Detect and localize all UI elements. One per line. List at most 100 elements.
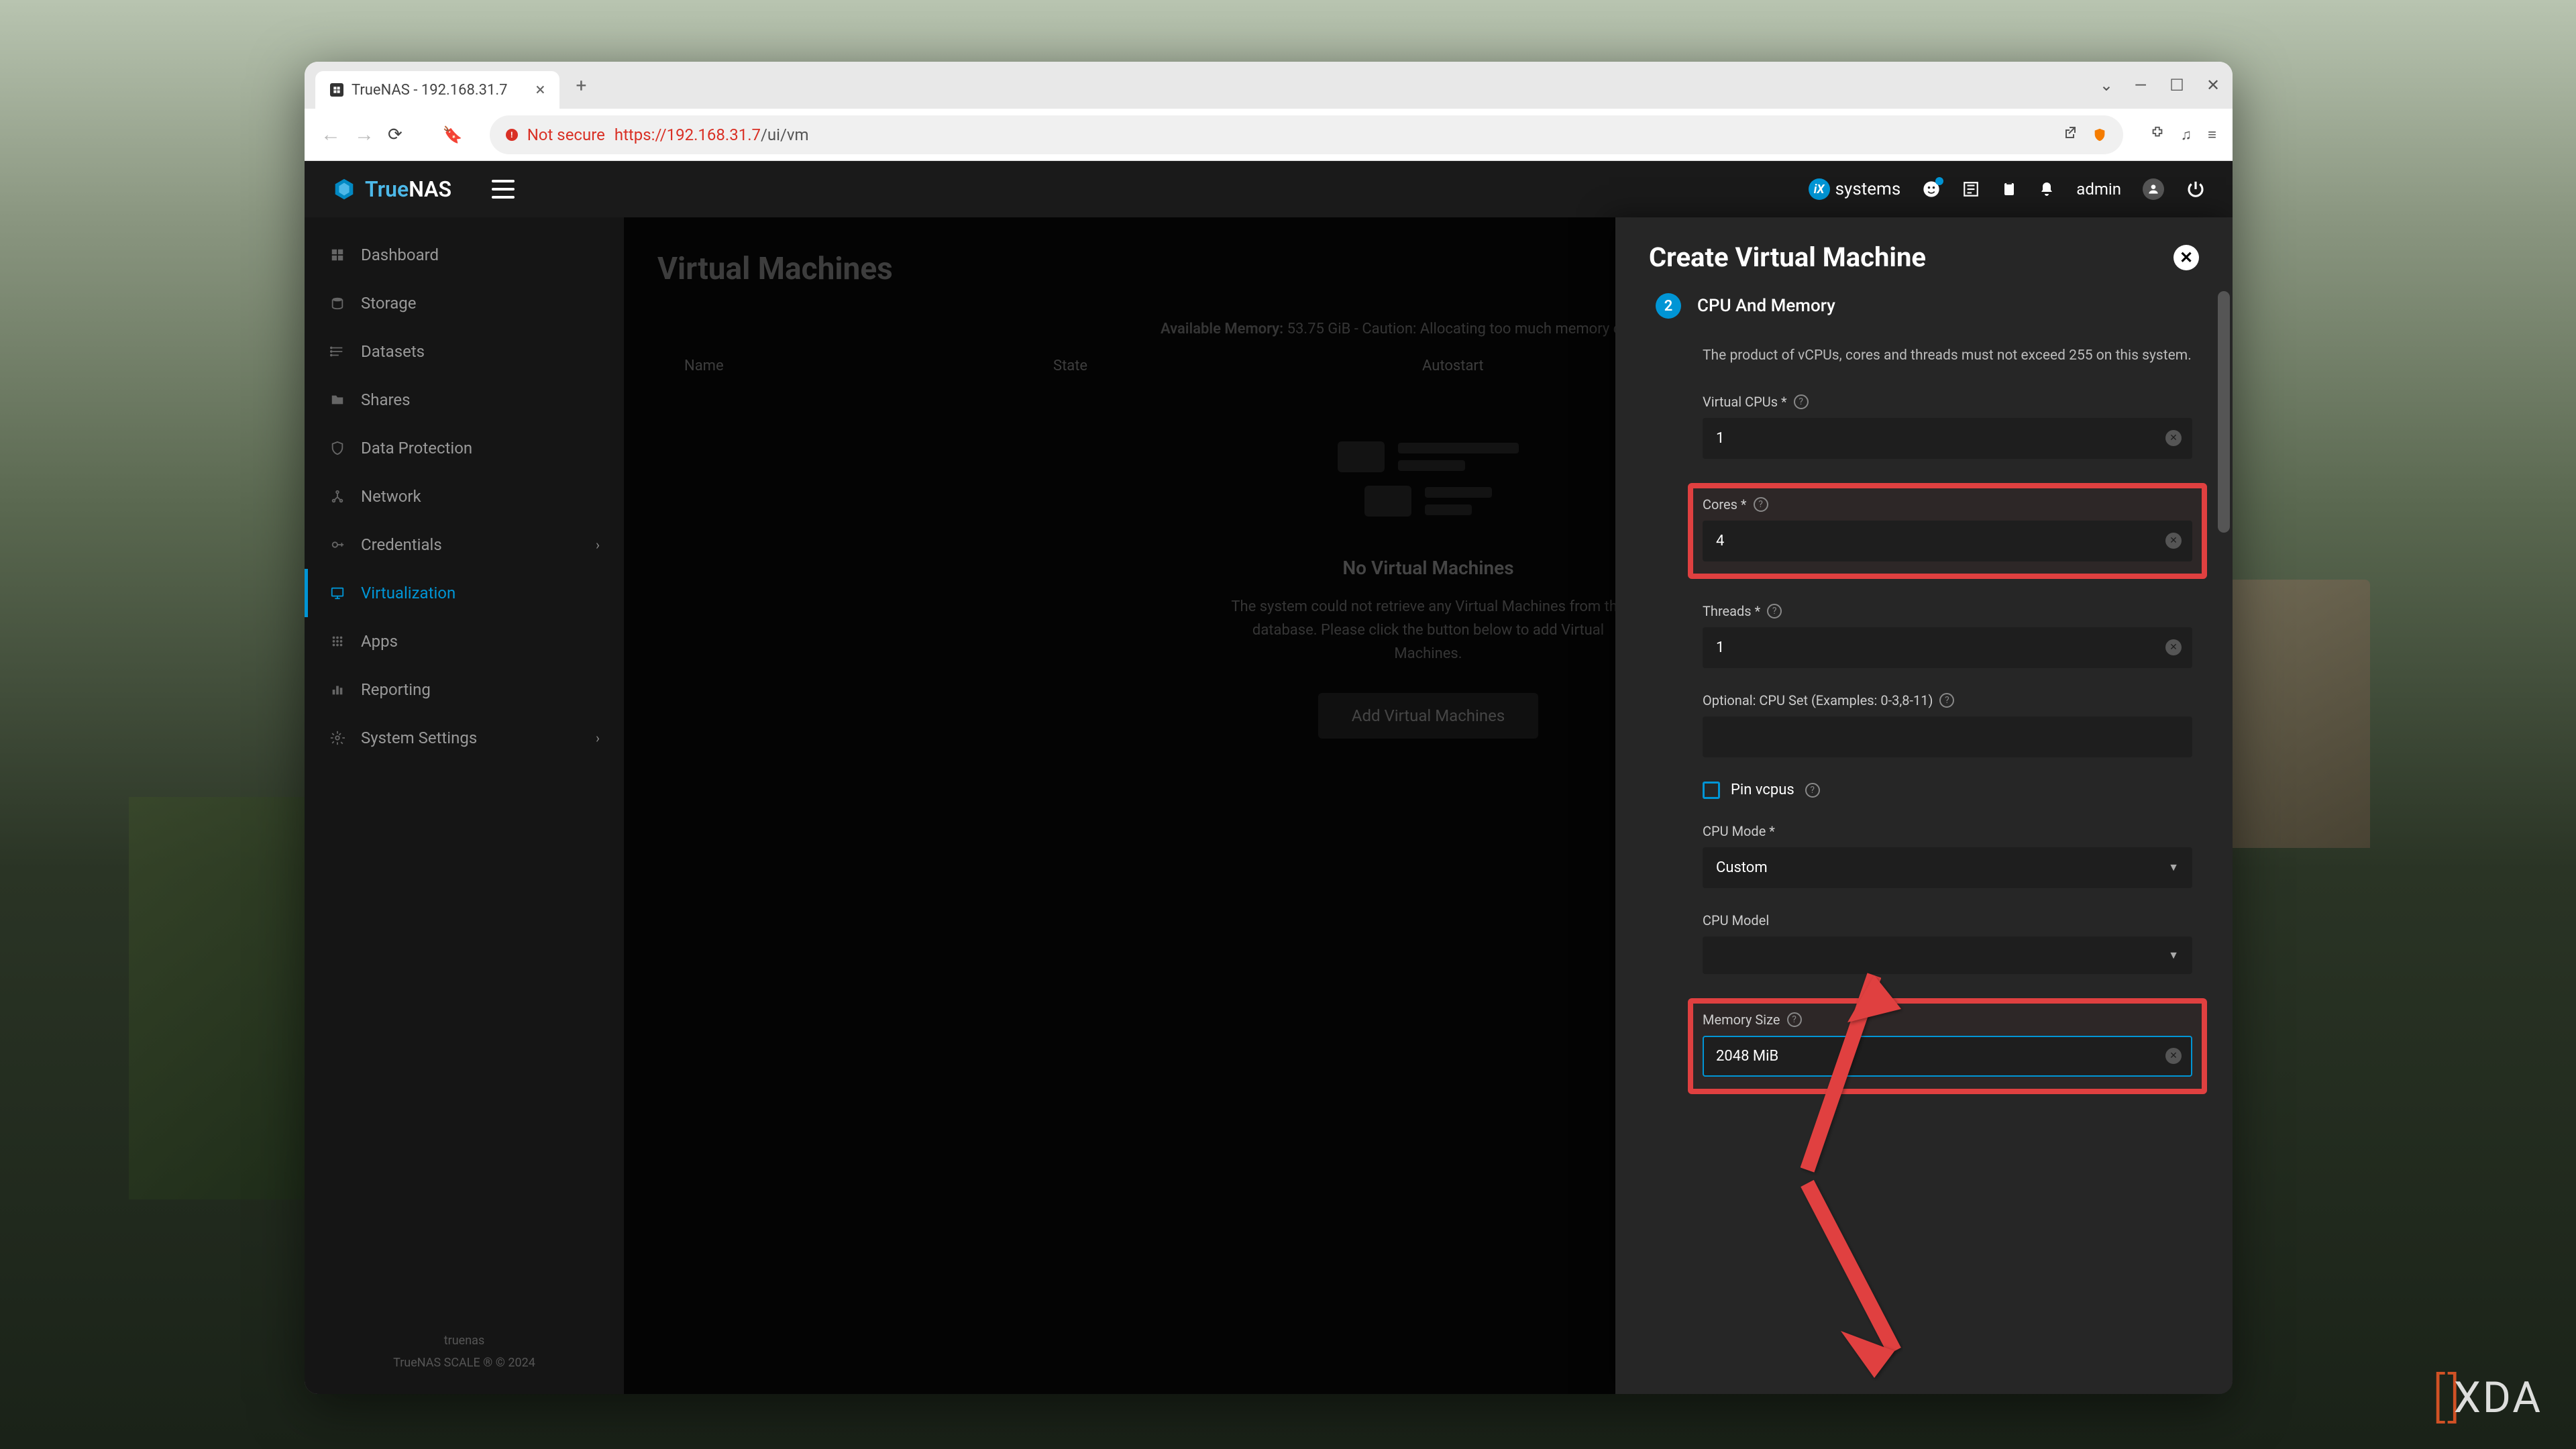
sidebar-item-datasets[interactable]: Datasets xyxy=(305,327,624,376)
clear-icon[interactable]: ✕ xyxy=(2165,430,2182,446)
xda-watermark: [] XDA xyxy=(2432,1366,2542,1429)
sidebar-item-label: Data Protection xyxy=(361,439,472,458)
url-box[interactable]: ! Not secure https://192.168.31.7/ui/vm xyxy=(490,115,2123,154)
sidebar-item-apps[interactable]: Apps xyxy=(305,617,624,665)
sidebar-item-storage[interactable]: Storage xyxy=(305,279,624,327)
cpuset-input[interactable] xyxy=(1703,716,2192,757)
truenas-logo-icon xyxy=(331,176,357,202)
status-icon[interactable] xyxy=(1922,180,1941,199)
sidebar-item-label: Reporting xyxy=(361,680,431,699)
chevron-down-icon: ▼ xyxy=(2168,949,2179,962)
pin-vcpus-checkbox[interactable] xyxy=(1703,782,1720,799)
media-icon[interactable]: ♫ xyxy=(2181,126,2192,144)
tab-bar: TrueNAS - 192.168.31.7 × + ⌄ — ☐ ✕ xyxy=(305,62,2233,109)
vcpu-label: Virtual CPUs * xyxy=(1703,394,1787,410)
empty-title: No Virtual Machines xyxy=(1227,557,1629,579)
apps-icon xyxy=(329,633,346,650)
sidebar-item-network[interactable]: Network xyxy=(305,472,624,521)
reload-button[interactable]: ⟳ xyxy=(388,125,402,145)
datasets-icon xyxy=(329,343,346,360)
logo[interactable]: TrueNAS xyxy=(331,176,451,202)
help-icon[interactable]: ? xyxy=(1794,394,1809,409)
vcpu-input[interactable] xyxy=(1703,418,2192,459)
sidebar-item-reporting[interactable]: Reporting xyxy=(305,665,624,714)
threads-group: Threads *? ✕ xyxy=(1703,603,2192,668)
back-button[interactable]: ← xyxy=(321,123,341,146)
cpuset-label: Optional: CPU Set (Examples: 0-3,8-11) xyxy=(1703,692,1933,708)
sidebar-footer: truenas TrueNAS SCALE ® © 2024 xyxy=(305,1310,624,1394)
threads-input[interactable] xyxy=(1703,627,2192,668)
step-number-badge: 2 xyxy=(1656,293,1681,319)
cpumode-group: CPU Mode * Custom ▼ xyxy=(1703,823,2192,888)
chevron-right-icon: › xyxy=(596,537,600,553)
forward-button[interactable]: → xyxy=(354,123,374,146)
clear-icon[interactable]: ✕ xyxy=(2165,533,2182,549)
empty-desc: The system could not retrieve any Virtua… xyxy=(1227,595,1629,666)
tab-close-icon[interactable]: × xyxy=(536,80,545,100)
chevron-down-icon: ▼ xyxy=(2168,861,2179,874)
ix-badge-icon: iX xyxy=(1809,178,1830,200)
memsize-label: Memory Size xyxy=(1703,1012,1780,1028)
maximize-button[interactable]: ☐ xyxy=(2168,76,2186,94)
sidebar-item-dashboard[interactable]: Dashboard xyxy=(305,231,624,279)
sidebar-item-virtualization[interactable]: Virtualization xyxy=(305,569,624,617)
tab-search-icon[interactable]: ⌄ xyxy=(2100,76,2113,95)
user-label: admin xyxy=(2076,180,2121,199)
sidebar-item-label: Datasets xyxy=(361,342,425,361)
new-tab-button[interactable]: + xyxy=(576,74,586,97)
help-icon[interactable]: ? xyxy=(1767,604,1782,619)
sidebar-item-credentials[interactable]: Credentials › xyxy=(305,521,624,569)
share-icon[interactable] xyxy=(2063,125,2079,145)
add-vm-button[interactable]: Add Virtual Machines xyxy=(1318,693,1538,739)
menu-icon[interactable]: ≡ xyxy=(2208,126,2216,144)
sidebar-item-shares[interactable]: Shares xyxy=(305,376,624,424)
gear-icon xyxy=(329,729,346,747)
close-window-button[interactable]: ✕ xyxy=(2204,76,2222,94)
cpumodel-select[interactable]: ▼ xyxy=(1703,936,2192,974)
power-icon[interactable] xyxy=(2186,179,2206,199)
cpumodel-group: CPU Model ▼ xyxy=(1703,912,2192,974)
notifications-icon[interactable] xyxy=(2039,180,2055,199)
active-tab[interactable]: TrueNAS - 192.168.31.7 × xyxy=(315,71,559,109)
cores-input[interactable] xyxy=(1703,521,2192,561)
sidebar-item-label: Apps xyxy=(361,632,398,651)
checkin-icon[interactable] xyxy=(1962,180,1980,198)
cpumodel-label: CPU Model xyxy=(1703,912,1769,928)
minimize-button[interactable]: — xyxy=(2132,76,2149,94)
sidebar-item-label: Network xyxy=(361,487,421,506)
network-icon xyxy=(329,488,346,505)
step-title: CPU And Memory xyxy=(1697,296,1835,316)
tab-favicon-icon xyxy=(330,83,343,97)
sidebar-item-label: System Settings xyxy=(361,729,477,747)
memsize-input[interactable] xyxy=(1703,1036,2192,1077)
threads-label: Threads * xyxy=(1703,603,1760,619)
step-help-text: The product of vCPUs, cores and threads … xyxy=(1703,345,2192,367)
clipboard-icon[interactable] xyxy=(2001,180,2017,199)
clear-icon[interactable]: ✕ xyxy=(2165,639,2182,655)
help-icon[interactable]: ? xyxy=(1754,497,1768,512)
help-icon[interactable]: ? xyxy=(1787,1012,1802,1027)
ixsystems-link[interactable]: iX systems xyxy=(1809,178,1901,200)
reporting-icon xyxy=(329,681,346,698)
help-icon[interactable]: ? xyxy=(1805,783,1820,798)
sidebar-item-label: Virtualization xyxy=(361,584,455,602)
security-label: Not secure xyxy=(527,125,605,144)
sidebar-item-data-protection[interactable]: Data Protection xyxy=(305,424,624,472)
panel-title: Create Virtual Machine xyxy=(1649,241,1926,273)
cpumode-select[interactable]: Custom ▼ xyxy=(1703,847,2192,888)
extensions-icon[interactable] xyxy=(2150,125,2165,144)
sidebar-item-system-settings[interactable]: System Settings › xyxy=(305,714,624,762)
scrollbar-thumb[interactable] xyxy=(2218,291,2230,533)
pin-vcpus-label: Pin vcpus xyxy=(1731,782,1794,798)
brave-shield-icon[interactable] xyxy=(2092,127,2107,142)
user-avatar-icon[interactable] xyxy=(2143,178,2164,200)
shares-icon xyxy=(329,391,346,409)
panel-close-button[interactable]: ✕ xyxy=(2174,245,2199,270)
help-icon[interactable]: ? xyxy=(1939,693,1954,708)
th-name: Name xyxy=(684,358,1053,374)
bookmark-icon[interactable]: 🔖 xyxy=(443,125,463,144)
clear-icon[interactable]: ✕ xyxy=(2165,1048,2182,1064)
url-text: https://192.168.31.7/ui/vm xyxy=(614,125,809,144)
sidebar-item-label: Dashboard xyxy=(361,246,439,264)
hamburger-menu-icon[interactable] xyxy=(492,180,515,199)
